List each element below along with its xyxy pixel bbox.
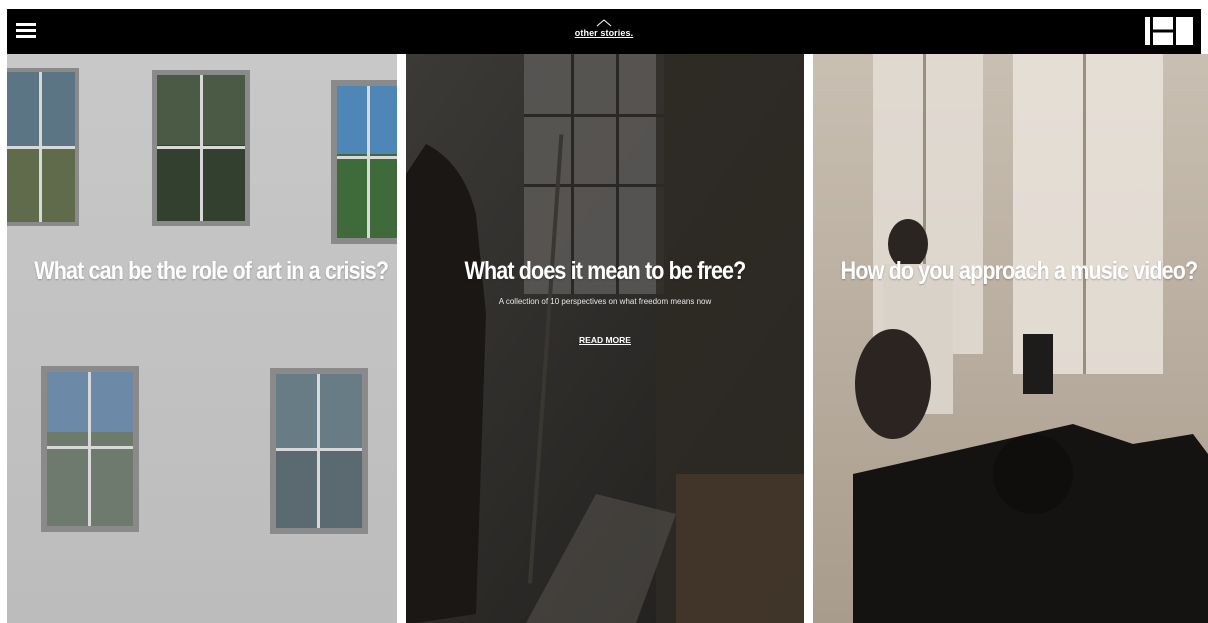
story-card-art-crisis[interactable]: What can be the role of art in a crisis? — [7, 54, 397, 623]
top-navigation-bar: other stories. — [7, 9, 1201, 54]
story-title[interactable]: What can be the role of art in a crisis? — [34, 257, 389, 286]
grid-layout-icon[interactable] — [1145, 17, 1193, 45]
story-title[interactable]: How do you approach a music video? — [841, 257, 1198, 286]
page: other stories. What can be the role of a… — [0, 0, 1208, 623]
hamburger-menu-icon[interactable] — [16, 23, 36, 39]
story-card-freedom[interactable]: What does it mean to be free? A collecti… — [406, 54, 804, 623]
film-set-image — [813, 54, 1208, 623]
story-title[interactable]: What does it mean to be free? — [434, 257, 776, 286]
story-subtitle: A collection of 10 perspectives on what … — [498, 297, 712, 306]
logo-roof-icon — [596, 19, 612, 27]
story-card-music-video[interactable]: How do you approach a music video? — [813, 54, 1208, 623]
logo-text: other stories. — [574, 28, 634, 38]
windows-wall-image — [7, 54, 397, 623]
read-more-link[interactable]: READ MORE — [406, 335, 804, 345]
site-logo[interactable]: other stories. — [559, 19, 649, 38]
